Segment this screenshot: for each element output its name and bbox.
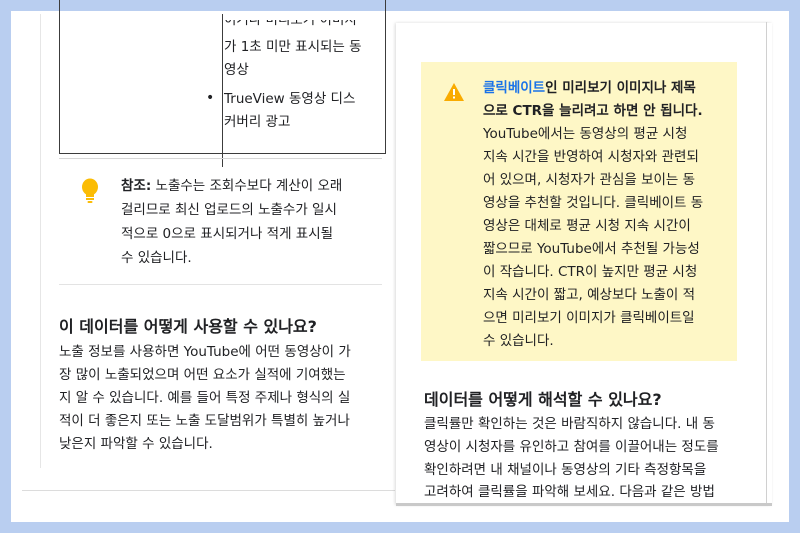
paragraph-line: 클릭률만 확인하는 것은 바람직하지 않습니다. 내 동: [424, 416, 715, 432]
warning-title-line-1: 클릭베이트인 미리보기 이미지나 제목: [483, 77, 696, 100]
paragraph-line: 장 많이 노출되었으며 어떤 요소가 실적에 기여했는: [59, 367, 346, 383]
note-text-1: 노출수는 조회수보다 계산이 오래: [151, 178, 343, 194]
table-cell-line-2: 영상: [224, 62, 249, 78]
paragraph-line: 영상이 시청자를 유인하고 참여를 이끌어내는 정도를: [424, 439, 719, 455]
warning-body-line: 영상은 대체로 평균 시청 지속 시간이: [483, 218, 691, 234]
warning-body-line: 어 있으며, 시청자가 관심을 보이는 동: [483, 172, 696, 188]
table-cell-line-1: 가 1초 미만 표시되는 동: [224, 39, 362, 55]
divider: [59, 284, 382, 285]
left-panel-border: [40, 14, 41, 468]
note-line-2: 걸리므로 최신 업로드의 노출수가 일시: [121, 202, 337, 218]
paragraph-line: 고려하여 클릭률을 파악해 보세요. 다음과 같은 방법: [424, 484, 715, 500]
paragraph-line: 노출 정보를 사용하면 YouTube에 어떤 동영상이 가: [59, 344, 351, 360]
paragraph-line: 지 알 수 있습니다. 예를 들어 특정 주제나 형식의 실: [59, 390, 351, 406]
warning-body-line: 이 작습니다. CTR이 높지만 평균 시청: [483, 264, 698, 280]
paragraph-line: 낮은지 파악할 수 있습니다.: [59, 436, 213, 452]
section-heading: 데이터를 어떻게 해석할 수 있나요?: [424, 390, 662, 409]
right-panel-border: [766, 22, 767, 506]
clickbait-link[interactable]: 클릭베이트: [483, 80, 545, 96]
warning-triangle-icon: [444, 83, 464, 101]
warning-title-line-2: 으로 CTR을 늘리려고 하면 안 됩니다.: [483, 100, 703, 123]
section-heading: 이 데이터를 어떻게 사용할 수 있나요?: [59, 317, 317, 336]
warning-body-line: 수 있습니다.: [483, 333, 554, 349]
table-column-divider: [222, 14, 223, 167]
bullet-item-line-1: TrueView 동영상 디스: [224, 91, 356, 107]
warning-title-text-2: 으로 CTR을 늘리려고 하면 안 됩니다.: [483, 103, 703, 119]
warning-body-line: 지속 시간을 반영하여 시청자와 관련되: [483, 149, 699, 165]
warning-body-line: 지속 시간이 짧고, 예상보다 노출이 적: [483, 287, 696, 303]
lightbulb-icon: [82, 178, 98, 203]
warning-body-line: YouTube에서는 동영상의 평균 시청: [483, 126, 688, 142]
bullet-item-line-2: 커버리 광고: [224, 114, 291, 130]
warning-body-line: 으면 미리보기 이미지가 클릭베이트일: [483, 310, 695, 326]
note-line-4: 수 있습니다.: [121, 250, 192, 266]
warning-body-line: 짧으므로 YouTube에서 추천될 가능성: [483, 241, 700, 257]
divider: [59, 158, 382, 159]
note-line-1: 참조: 노출수는 조회수보다 계산이 오래: [121, 174, 342, 198]
note-line-3: 적으로 0으로 표시되거나 적게 표시될: [121, 226, 334, 242]
paragraph-line: 적이 더 좋은지 또는 노출 도달범위가 특별히 높거나: [59, 413, 350, 429]
note-label: 참조:: [121, 178, 152, 194]
warning-body-line: 영상을 추천할 것입니다. 클릭베이트 동: [483, 195, 704, 211]
warning-title-text: 인 미리보기 이미지나 제목: [545, 80, 696, 96]
bullet-marker: •: [206, 90, 215, 106]
paragraph-line: 확인하려면 내 채널이나 동영상의 기타 측정항목을: [424, 462, 707, 478]
left-panel-bottom-border: [22, 490, 395, 491]
